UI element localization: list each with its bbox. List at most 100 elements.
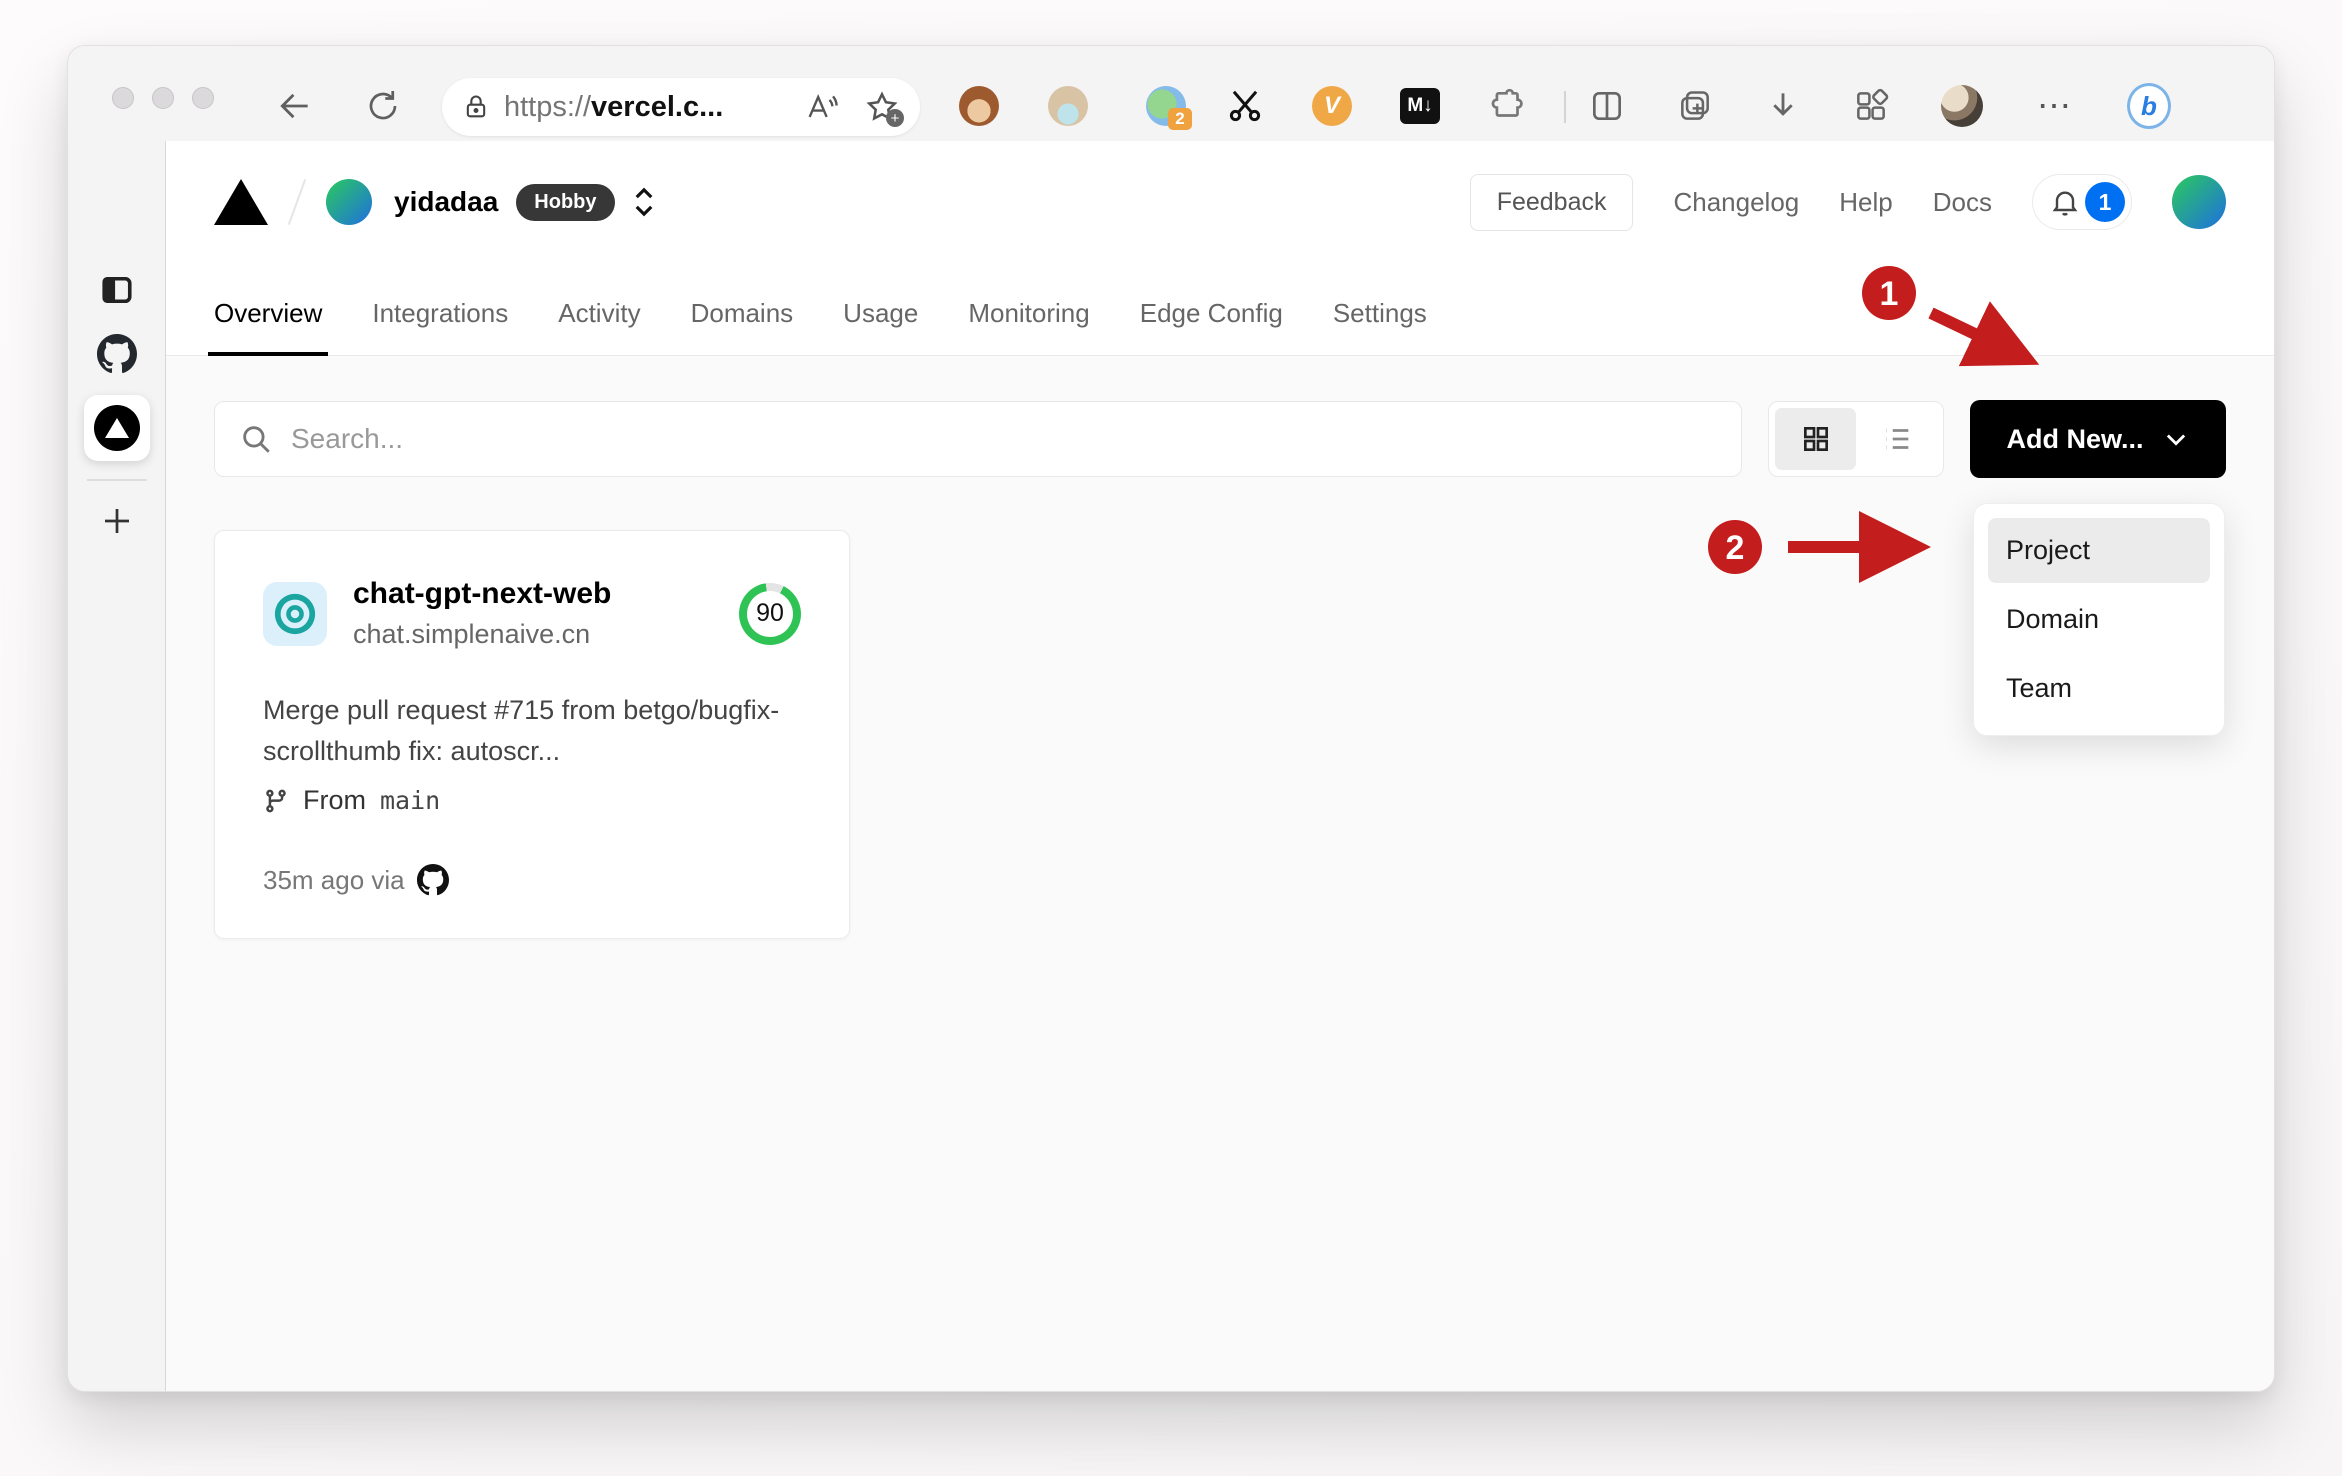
plus-icon: [105, 509, 129, 533]
team-avatar[interactable]: [326, 179, 372, 225]
sidebar-divider: [87, 479, 147, 481]
tab-github[interactable]: [68, 334, 166, 374]
globe-icon: 2: [1146, 86, 1192, 130]
branch-name[interactable]: main: [380, 786, 440, 815]
person-icon: [1048, 86, 1088, 126]
openai-icon: [274, 593, 316, 634]
url-text: https://vercel.c...: [504, 90, 724, 123]
project-name[interactable]: chat-gpt-next-web: [353, 577, 611, 611]
minimize-window-button[interactable]: [152, 87, 174, 109]
refresh-icon: [369, 91, 397, 120]
extension-proxy[interactable]: 2: [1144, 84, 1192, 130]
deploy-time: 35m ago via: [263, 864, 405, 895]
chevron-down-icon: [2166, 434, 2185, 446]
chevron-updown-icon: [635, 187, 652, 217]
tab-vercel-active[interactable]: [84, 395, 150, 461]
team-name[interactable]: yidadaa: [394, 186, 498, 218]
lighthouse-score-ring[interactable]: 90: [739, 582, 801, 645]
downloads-button[interactable]: [1761, 84, 1805, 128]
project-domain[interactable]: chat.simplenaive.cn: [353, 619, 611, 650]
lock-icon: [466, 95, 486, 118]
browser-window: https://vercel.c... + 2 V M↓ ⋯ b yidadaa…: [67, 45, 2275, 1392]
list-view-icon: [1885, 428, 1908, 450]
address-bar[interactable]: https://vercel.c... +: [442, 78, 920, 136]
bing-icon: b: [2127, 83, 2171, 129]
team-switcher[interactable]: [631, 185, 657, 219]
toolbar-divider: [1564, 91, 1566, 123]
proxy-count-badge: 2: [1168, 108, 1192, 130]
feedback-button[interactable]: Feedback: [1469, 173, 1634, 231]
split-screen-icon: [1592, 91, 1622, 121]
vercel-dashboard: yidadaa Hobby Feedback Changelog Help Do…: [166, 141, 2274, 1391]
project-card[interactable]: chat-gpt-next-web chat.simplenaive.cn 90…: [214, 530, 850, 939]
browser-toolbar: https://vercel.c... + 2 V M↓ ⋯ b: [68, 46, 2274, 141]
puzzle-icon: [1491, 88, 1523, 117]
refresh-button[interactable]: [359, 82, 407, 130]
docs-link[interactable]: Docs: [1933, 187, 1992, 218]
project-favicon: [263, 581, 327, 646]
site-header: yidadaa Hobby Feedback Changelog Help Do…: [166, 141, 2274, 356]
list-view-button[interactable]: [1856, 408, 1937, 470]
apps-grid-icon: [1857, 88, 1889, 120]
zoom-window-button[interactable]: [192, 87, 214, 109]
changelog-link[interactable]: Changelog: [1673, 187, 1799, 218]
dropdown-item-domain[interactable]: Domain: [1988, 587, 2210, 652]
breadcrumb-slash: [287, 179, 307, 225]
apps-button[interactable]: [1849, 84, 1893, 128]
add-new-dropdown: Project Domain Team: [1973, 503, 2225, 736]
vercel-logo[interactable]: [214, 179, 268, 225]
tab-settings[interactable]: Settings: [1333, 298, 1427, 355]
collections-icon: [1681, 91, 1709, 120]
bing-chat-button[interactable]: b: [2127, 83, 2171, 129]
extension-monkey[interactable]: [957, 84, 1001, 128]
star-plus-badge: +: [886, 109, 904, 127]
dropdown-item-team[interactable]: Team: [1988, 656, 2210, 721]
tab-edge-config[interactable]: Edge Config: [1140, 298, 1283, 355]
grid-view-button[interactable]: [1775, 408, 1856, 470]
back-button[interactable]: [271, 82, 319, 130]
back-arrow-icon: [280, 93, 308, 119]
extension-clipper[interactable]: [1223, 84, 1267, 128]
sidebar-toggle-icon: [102, 276, 132, 304]
extension-markdown[interactable]: M↓: [1398, 84, 1442, 128]
search-input[interactable]: [291, 423, 1717, 455]
help-link[interactable]: Help: [1839, 187, 1892, 218]
grid-view-icon: [1803, 427, 1828, 451]
favorites-button[interactable]: +: [864, 89, 904, 127]
dropdown-item-project[interactable]: Project: [1988, 518, 2210, 583]
vercel-favicon: [94, 405, 140, 451]
user-avatar[interactable]: [2172, 175, 2226, 229]
dashboard-tabs: Overview Integrations Activity Domains U…: [166, 263, 2274, 356]
read-aloud-icon[interactable]: [804, 90, 838, 124]
git-branch-icon: [266, 789, 286, 812]
search-box: [214, 401, 1742, 477]
sidebar-toggle-button[interactable]: [68, 272, 166, 308]
v-icon: V: [1312, 86, 1352, 126]
tab-usage[interactable]: Usage: [843, 298, 918, 355]
tab-overview[interactable]: Overview: [207, 298, 329, 356]
tab-integrations[interactable]: Integrations: [372, 298, 508, 355]
more-menu-button[interactable]: ⋯: [2033, 84, 2077, 128]
notifications-button[interactable]: 1: [2032, 174, 2132, 230]
tab-activity[interactable]: Activity: [558, 298, 640, 355]
close-window-button[interactable]: [112, 87, 134, 109]
tab-domains[interactable]: Domains: [691, 298, 794, 355]
vertical-tabs-sidebar: [68, 141, 166, 1391]
profile-button[interactable]: [1940, 84, 1984, 128]
github-source-icon: [416, 864, 449, 896]
overview-content: Add New... chat-gpt-next-web: [166, 356, 2274, 1391]
extension-avatar[interactable]: [1046, 84, 1090, 128]
add-new-button[interactable]: Add New...: [1970, 400, 2226, 478]
profile-avatar: [1941, 85, 1983, 127]
new-tab-button[interactable]: [68, 503, 166, 539]
latest-commit-message[interactable]: Merge pull request #715 from betgo/bugfi…: [263, 690, 801, 771]
extension-v2ex[interactable]: V: [1310, 84, 1354, 128]
plan-badge: Hobby: [516, 183, 615, 221]
extensions-menu-button[interactable]: [1486, 84, 1530, 128]
lighthouse-score-value: 90: [747, 590, 793, 637]
notification-count-badge: 1: [2085, 182, 2125, 222]
tab-monitoring[interactable]: Monitoring: [968, 298, 1089, 355]
split-screen-button[interactable]: [1585, 84, 1629, 128]
markdown-download-icon: M↓: [1400, 88, 1440, 124]
collections-button[interactable]: [1673, 84, 1717, 128]
